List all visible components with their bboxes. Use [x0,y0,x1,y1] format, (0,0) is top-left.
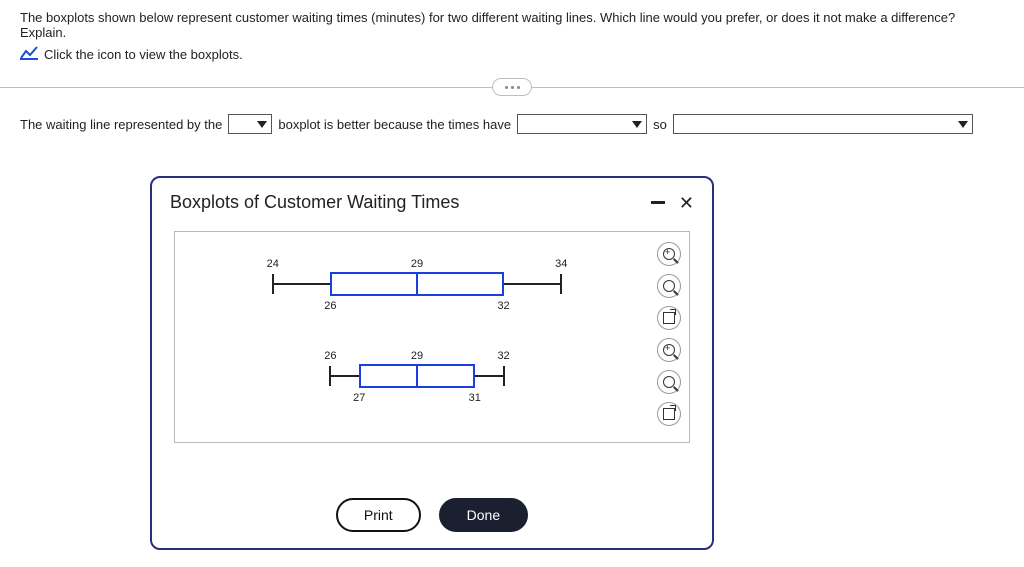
zoom-out-icon[interactable] [657,370,681,394]
question-text: The boxplots shown below represent custo… [0,0,1024,46]
axis-label: 24 [267,258,279,270]
axis-label: 32 [497,300,509,312]
axis-label: 29 [411,350,423,362]
sentence-part-1: The waiting line represented by the [20,117,222,132]
boxplot-top: 24 29 34 26 32 [215,254,619,314]
done-button[interactable]: Done [439,498,528,532]
modal-title: Boxplots of Customer Waiting Times [170,192,459,213]
close-icon[interactable]: ✕ [679,194,694,212]
zoom-in-icon[interactable]: + [657,338,681,362]
print-button[interactable]: Print [336,498,421,532]
axis-label: 26 [324,300,336,312]
popout-icon[interactable] [657,306,681,330]
axis-label: 34 [555,258,567,270]
chart-icon[interactable] [20,46,38,63]
chart-toolbar: + + [657,242,681,426]
zoom-out-icon[interactable] [657,274,681,298]
divider [0,87,1024,88]
minimize-icon[interactable] [651,201,665,204]
sentence-part-3: so [653,117,667,132]
chevron-down-icon [632,119,642,129]
popout-icon[interactable] [657,402,681,426]
axis-label: 29 [411,258,423,270]
chevron-down-icon [958,119,968,129]
sentence-part-2: boxplot is better because the times have [278,117,511,132]
boxplots-modal: Boxplots of Customer Waiting Times ✕ 242… [150,176,714,550]
axis-label: 32 [497,350,509,362]
axis-label: 26 [324,350,336,362]
zoom-in-icon[interactable]: + [657,242,681,266]
boxplot-bottom: 26 29 32 27 31 [215,346,619,406]
axis-label: 27 [353,392,365,404]
expand-handle[interactable] [492,78,532,96]
view-hint: Click the icon to view the boxplots. [44,47,243,62]
conclusion-dropdown[interactable] [673,114,973,134]
which-boxplot-dropdown[interactable] [228,114,272,134]
comparison-dropdown[interactable] [517,114,647,134]
boxplot-chart: 24 29 34 26 32 26 29 32 27 31 + + [174,231,690,443]
axis-label: 31 [469,392,481,404]
chevron-down-icon [257,119,267,129]
